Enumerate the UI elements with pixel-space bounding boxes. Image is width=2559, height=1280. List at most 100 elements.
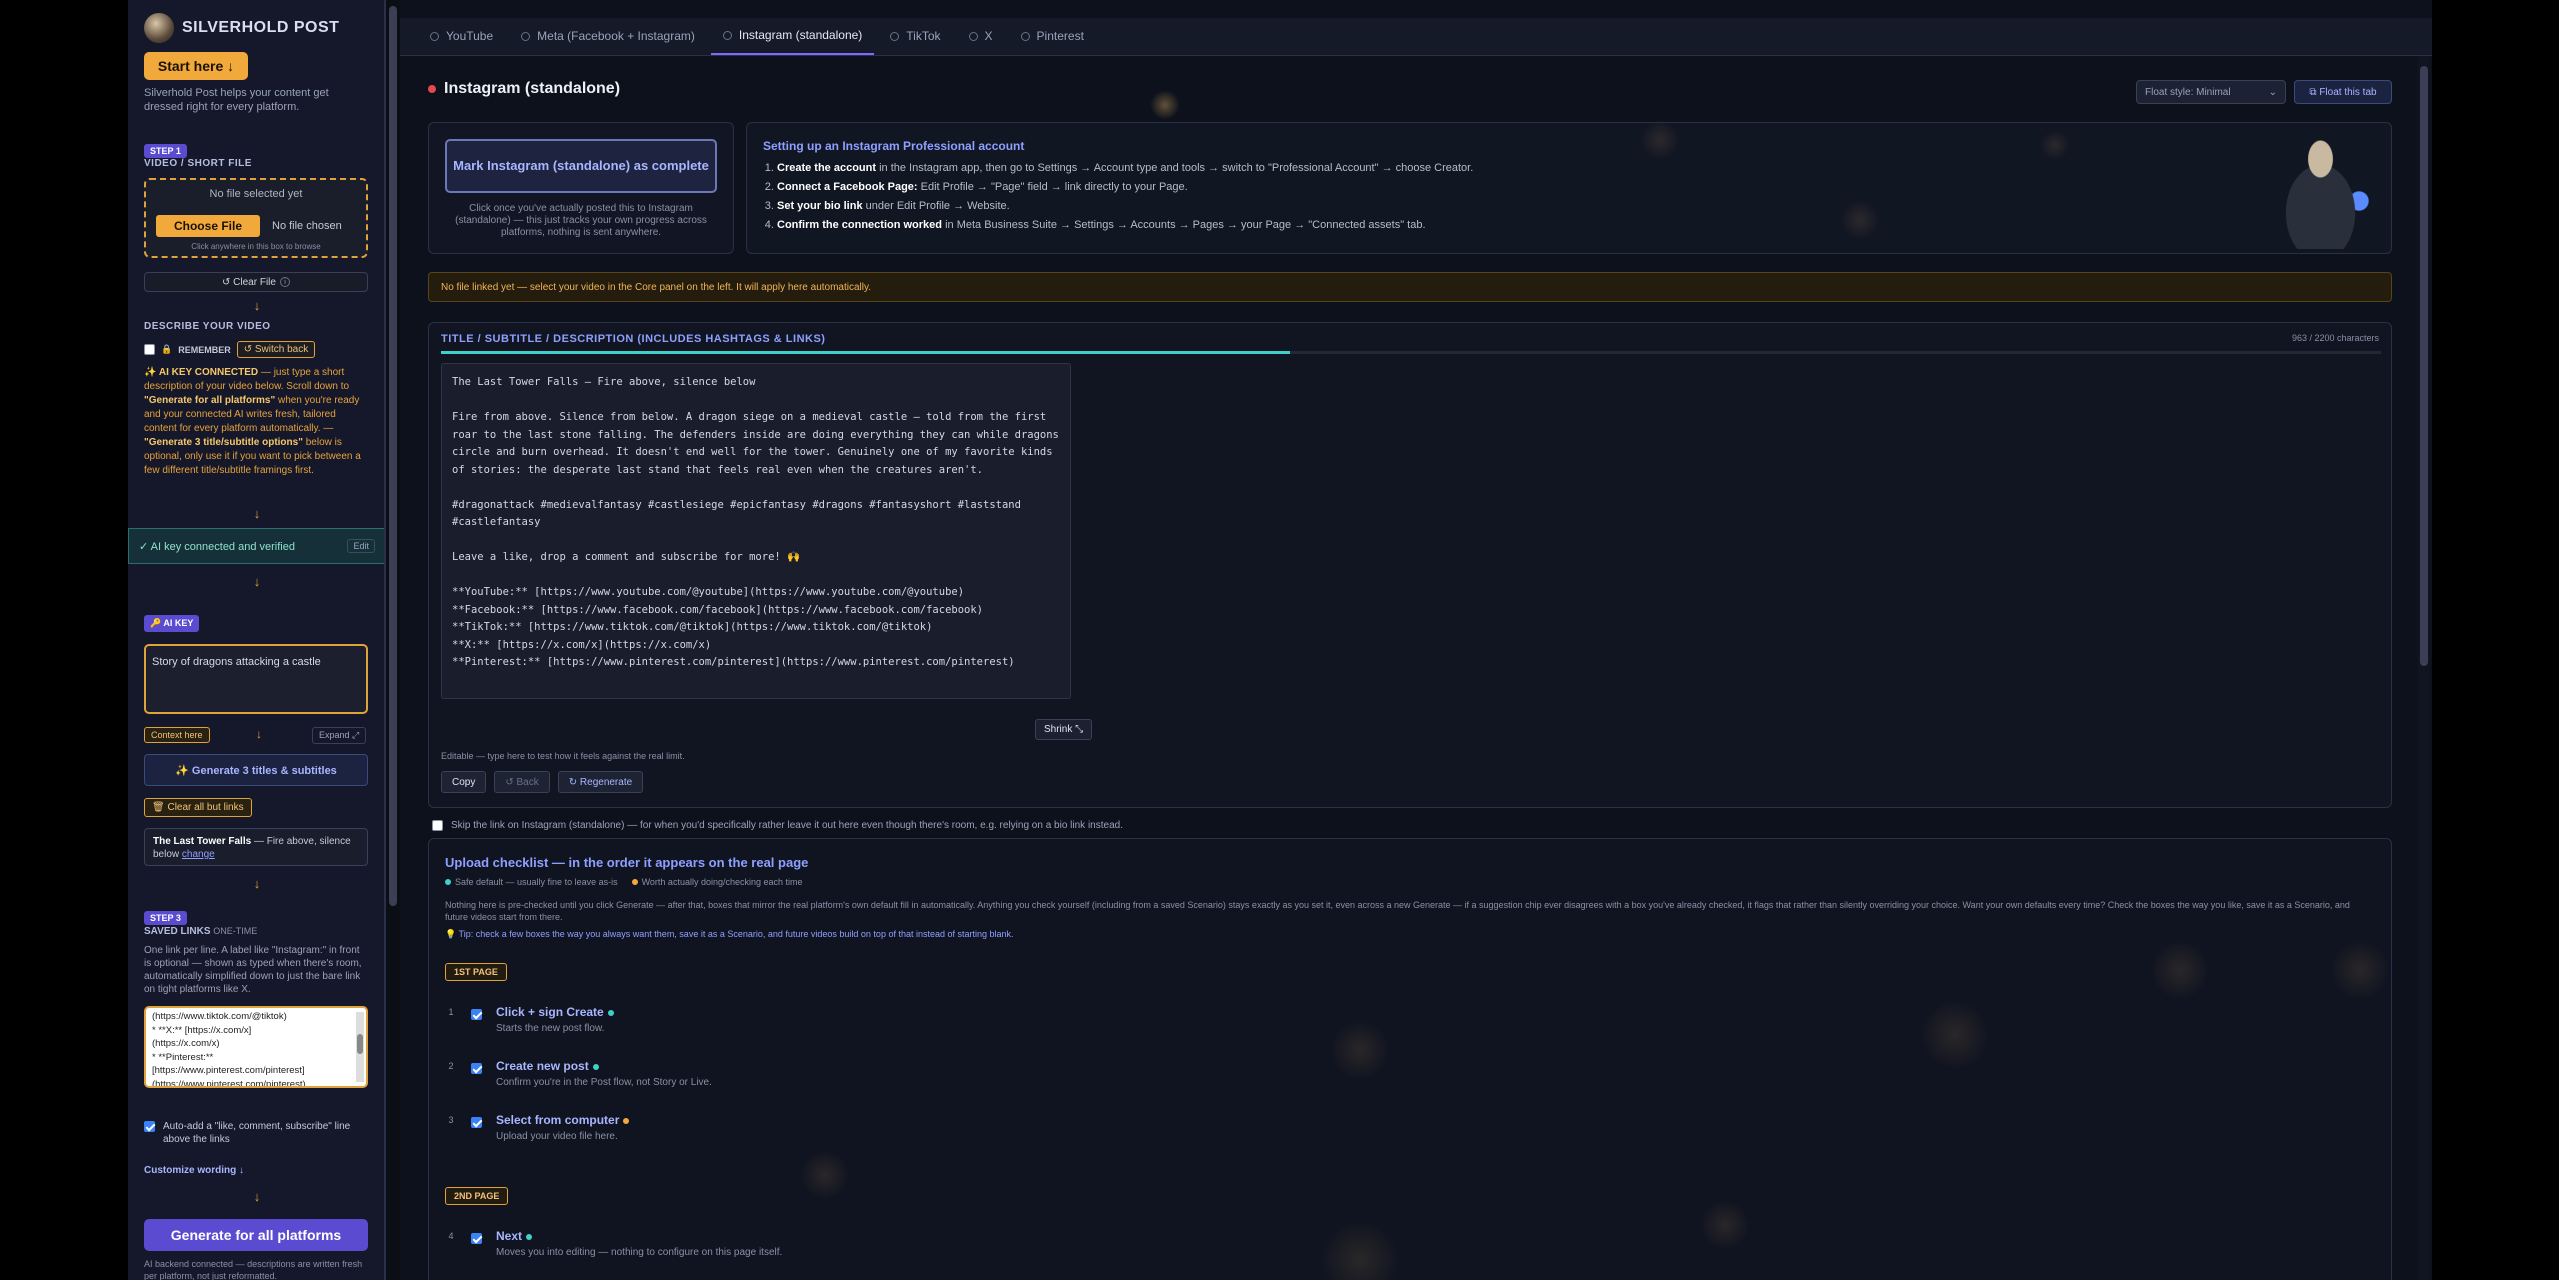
copy-button[interactable]: Copy [441, 771, 487, 793]
title-preview: The Last Tower Falls — Fire above, silen… [144, 828, 368, 866]
float-style-select[interactable]: Float style: Minimal ⌄ [2136, 80, 2286, 104]
info-icon[interactable]: i [279, 277, 290, 287]
mark-complete-card: Mark Instagram (standalone) as complete … [428, 122, 734, 254]
mark-complete-help: Click once you've actually posted this t… [455, 203, 707, 238]
clear-file-label: ↺ Clear File [222, 276, 276, 288]
item-checkbox[interactable] [471, 1009, 482, 1020]
legend-safe: Safe default — usually fine to leave as-… [445, 877, 618, 887]
ai-key-verified-bar: ✓ AI key connected and verified Edit [128, 528, 384, 564]
item-title[interactable]: Click + sign Create [496, 1005, 614, 1019]
remember-row: 🔒 REMEMBER ↺ Switch back [144, 341, 316, 358]
description-card: TITLE / SUBTITLE / DESCRIPTION (INCLUDES… [428, 322, 2392, 808]
worth-dot-icon [623, 1117, 630, 1124]
tab-label: Instagram (standalone) [738, 28, 863, 42]
change-link[interactable]: change [182, 849, 215, 860]
lock-icon: 🔒 [161, 344, 173, 354]
customize-wording-link[interactable]: Customize wording ↓ [144, 1165, 244, 1176]
clear-all-but-links-button[interactable]: 🗑 Clear all but links [144, 798, 252, 817]
saved-links-help: One link per line. A label like "Instagr… [144, 945, 362, 995]
generate-all-button[interactable]: Generate for all platforms [144, 1219, 368, 1251]
float-style-value: Float style: Minimal [2145, 86, 2231, 98]
back-button[interactable]: ↺ Back [494, 771, 550, 793]
switch-back-button[interactable]: ↺ Switch back [236, 341, 316, 358]
down-arrow-icon: ↓ [253, 298, 261, 313]
clear-file-button[interactable]: ↺ Clear File i [144, 272, 368, 292]
item-title[interactable]: Next [496, 1229, 782, 1243]
item-number: 4 [448, 1231, 454, 1241]
context-here-button[interactable]: Context here [144, 727, 210, 743]
screen-edge [2432, 0, 2559, 1280]
story-input[interactable]: Story of dragons attacking a castle [144, 644, 368, 714]
remember-checkbox[interactable] [144, 344, 155, 355]
autoadd-label: Auto-add a "like, comment, subscribe" li… [163, 1121, 351, 1145]
setup-step: Connect a Facebook Page: Edit Profile → … [777, 178, 1473, 197]
tab-meta[interactable]: Meta (Facebook + Instagram) [509, 17, 707, 55]
saved-links-textarea[interactable]: (https://www.tiktok.com/@tiktok) * **X:*… [144, 1006, 368, 1088]
tab-x[interactable]: X [957, 17, 1005, 55]
checklist-item: 4 Next Moves you into editing — nothing t… [445, 1229, 782, 1258]
item-title[interactable]: Create new post [496, 1059, 712, 1073]
item-checkbox[interactable] [471, 1063, 482, 1074]
item-number: 2 [448, 1061, 454, 1071]
file-drop-zone[interactable]: No file selected yet Choose File No file… [144, 178, 368, 258]
char-count: 963 / 2200 characters [2291, 333, 2379, 343]
expand-button[interactable]: Expand ⤢ [312, 727, 367, 744]
shrink-button[interactable]: Shrink ⤡ [1035, 719, 1093, 740]
setup-step: Set your bio link under Edit Profile → W… [777, 197, 1473, 216]
start-here-button[interactable]: Start here ↓ [144, 52, 248, 80]
autoadd-checkbox[interactable] [144, 1121, 155, 1132]
status-dot-icon [430, 31, 439, 41]
tab-label: YouTube [446, 29, 494, 43]
status-dot-icon [722, 30, 732, 40]
links-line: (https://x.com/x) [152, 1038, 220, 1049]
down-arrow-icon: ↓ [253, 876, 261, 891]
ai-gen3-ref: "Generate 3 title/subtitle options" [144, 437, 303, 448]
regenerate-button[interactable]: ↻ Regenerate [557, 771, 644, 793]
item-sub: Upload your video file here. [496, 1131, 618, 1142]
links-line: (https://www.tiktok.com/@tiktok) [152, 1011, 287, 1022]
item-sub: Starts the new post flow. [496, 1023, 605, 1034]
edit-key-button[interactable]: Edit [347, 539, 375, 553]
mark-complete-button[interactable]: Mark Instagram (standalone) as complete [445, 139, 717, 193]
describe-label: DESCRIBE YOUR VIDEO [144, 321, 271, 332]
item-checkbox[interactable] [471, 1117, 482, 1128]
no-file-chosen-text: No file chosen [272, 220, 342, 232]
item-sub: Confirm you're in the Post flow, not Sto… [496, 1077, 712, 1088]
backend-note: AI backend connected — descriptions are … [144, 1259, 363, 1280]
step3-badge: STEP 3 [144, 908, 187, 926]
down-arrow-icon: ↓ [253, 1189, 261, 1204]
choose-file-button[interactable]: Choose File [156, 215, 260, 237]
status-dot-icon [890, 31, 900, 41]
drop-hint: Click anywhere in this box to browse [191, 242, 321, 251]
worth-dot-icon [631, 879, 638, 885]
step1-badge: STEP 1 [144, 141, 187, 159]
tab-youtube[interactable]: YouTube [418, 17, 505, 55]
legend-worth: Worth actually doing/checking each time [631, 877, 803, 887]
links-line: (https://www.pinterest.com/pinterest) [152, 1078, 306, 1088]
links-scrollbar[interactable] [356, 1012, 364, 1082]
saved-links-label: SAVED LINKS ONE-TIME [144, 926, 258, 937]
skip-link-checkbox[interactable] [432, 820, 443, 831]
status-dot-icon [968, 31, 978, 41]
verified-label: ✓ AI key connected and verified [139, 540, 295, 553]
float-tab-button[interactable]: ⧉ Float this tab [2294, 80, 2392, 104]
tab-pinterest[interactable]: Pinterest [1009, 17, 1096, 55]
left-scrollbar[interactable] [386, 0, 400, 1280]
brand-logo [144, 13, 174, 43]
item-title[interactable]: Select from computer [496, 1113, 630, 1127]
tab-label: Meta (Facebook + Instagram) [537, 29, 695, 43]
description-label: TITLE / SUBTITLE / DESCRIPTION (INCLUDES… [441, 333, 826, 345]
page-header: Instagram (standalone) [428, 80, 620, 98]
main-scrollbar[interactable] [2418, 56, 2430, 1280]
autoadd-row: Auto-add a "like, comment, subscribe" li… [144, 1120, 368, 1146]
tab-tiktok[interactable]: TikTok [878, 17, 952, 55]
page-title: Instagram (standalone) [444, 80, 621, 97]
checklist-item: 2 Create new post Confirm you're in the P… [445, 1059, 712, 1088]
safe-dot-icon [526, 1233, 533, 1240]
safe-dot-icon [607, 1009, 614, 1016]
upload-checklist: Upload checklist — in the order it appea… [428, 838, 2392, 1280]
tab-instagram[interactable]: Instagram (standalone) [710, 17, 875, 55]
description-textarea[interactable]: The Last Tower Falls — Fire above, silen… [441, 363, 1071, 699]
item-checkbox[interactable] [471, 1233, 482, 1244]
generate-3-titles-button[interactable]: ✨ Generate 3 titles & subtitles [144, 754, 368, 786]
